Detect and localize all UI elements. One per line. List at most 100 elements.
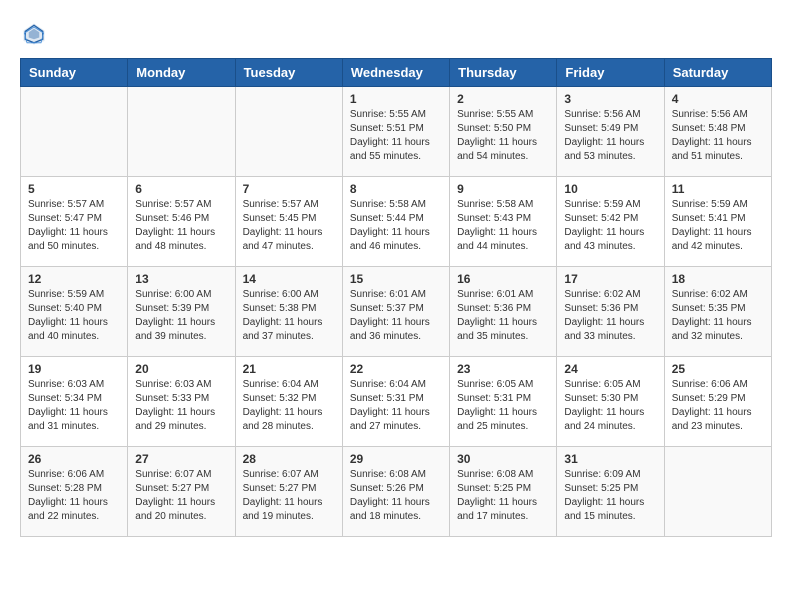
- day-info: Sunrise: 5:55 AMSunset: 5:50 PMDaylight:…: [457, 108, 549, 164]
- calendar-cell: 26 Sunrise: 6:06 AMSunset: 5:28 PMDayligh…: [21, 447, 128, 537]
- calendar-cell: 20Sunrise: 6:03 AMSunset: 5:33 PMDayligh…: [128, 357, 235, 447]
- day-info: Sunrise: 6:01 AMSunset: 5:37 PMDaylight:…: [350, 288, 442, 344]
- day-number: 14: [243, 272, 335, 286]
- day-number: 27: [135, 452, 227, 466]
- calendar-table: SundayMondayTuesdayWednesdayThursdayFrid…: [20, 58, 772, 537]
- day-number: 11: [672, 182, 764, 196]
- day-info: Sunrise: 6:03 AMSunset: 5:34 PMDaylight:…: [28, 378, 120, 434]
- day-number: 13: [135, 272, 227, 286]
- day-info: Sunrise: 5:57 AMSunset: 5:47 PMDaylight:…: [28, 198, 120, 254]
- calendar-cell: 25 Sunrise: 6:06 AMSunset: 5:29 PMDayligh…: [664, 357, 771, 447]
- day-number: 25: [672, 362, 764, 376]
- day-info: Sunrise: 5:56 AMSunset: 5:48 PMDaylight:…: [672, 108, 764, 164]
- weekday-header-saturday: Saturday: [664, 59, 771, 87]
- calendar-cell: 22 Sunrise: 6:04 AMSunset: 5:31 PMDayligh…: [342, 357, 449, 447]
- calendar-cell: 8 Sunrise: 5:58 AMSunset: 5:44 PMDaylight…: [342, 177, 449, 267]
- calendar-cell: 7 Sunrise: 5:57 AMSunset: 5:45 PMDaylight…: [235, 177, 342, 267]
- calendar-week-3: 12 Sunrise: 5:59 AMSunset: 5:40 PMDayligh…: [21, 267, 772, 357]
- day-number: 17: [564, 272, 656, 286]
- day-number: 5: [28, 182, 120, 196]
- day-info: Sunrise: 6:06 AMSunset: 5:28 PMDaylight:…: [28, 468, 120, 524]
- day-info: Sunrise: 5:55 AMSunset: 5:51 PMDaylight:…: [350, 108, 442, 164]
- weekday-header-wednesday: Wednesday: [342, 59, 449, 87]
- calendar-cell: 16Sunrise: 6:01 AMSunset: 5:36 PMDayligh…: [450, 267, 557, 357]
- day-info: Sunrise: 6:04 AMSunset: 5:32 PMDaylight:…: [243, 378, 335, 434]
- day-info: Sunrise: 6:06 AMSunset: 5:29 PMDaylight:…: [672, 378, 764, 434]
- weekday-header-row: SundayMondayTuesdayWednesdayThursdayFrid…: [21, 59, 772, 87]
- weekday-header-sunday: Sunday: [21, 59, 128, 87]
- day-info: Sunrise: 6:09 AMSunset: 5:25 PMDaylight:…: [564, 468, 656, 524]
- calendar-cell: 2 Sunrise: 5:55 AMSunset: 5:50 PMDaylight…: [450, 87, 557, 177]
- day-number: 23: [457, 362, 549, 376]
- day-number: 2: [457, 92, 549, 106]
- day-number: 7: [243, 182, 335, 196]
- day-number: 9: [457, 182, 549, 196]
- day-number: 6: [135, 182, 227, 196]
- calendar-week-5: 26 Sunrise: 6:06 AMSunset: 5:28 PMDayligh…: [21, 447, 772, 537]
- calendar-cell: 12 Sunrise: 5:59 AMSunset: 5:40 PMDayligh…: [21, 267, 128, 357]
- calendar-cell: 17 Sunrise: 6:02 AMSunset: 5:36 PMDayligh…: [557, 267, 664, 357]
- day-number: 19: [28, 362, 120, 376]
- calendar-cell: 19 Sunrise: 6:03 AMSunset: 5:34 PMDayligh…: [21, 357, 128, 447]
- calendar-cell: 30Sunrise: 6:08 AMSunset: 5:25 PMDayligh…: [450, 447, 557, 537]
- day-info: Sunrise: 6:04 AMSunset: 5:31 PMDaylight:…: [350, 378, 442, 434]
- day-info: Sunrise: 6:00 AMSunset: 5:39 PMDaylight:…: [135, 288, 227, 344]
- weekday-header-monday: Monday: [128, 59, 235, 87]
- day-info: Sunrise: 5:59 AMSunset: 5:42 PMDaylight:…: [564, 198, 656, 254]
- day-info: Sunrise: 6:08 AMSunset: 5:25 PMDaylight:…: [457, 468, 549, 524]
- calendar-cell: 10Sunrise: 5:59 AMSunset: 5:42 PMDayligh…: [557, 177, 664, 267]
- calendar-week-2: 5 Sunrise: 5:57 AMSunset: 5:47 PMDaylight…: [21, 177, 772, 267]
- day-info: Sunrise: 5:58 AMSunset: 5:43 PMDaylight:…: [457, 198, 549, 254]
- calendar-week-4: 19 Sunrise: 6:03 AMSunset: 5:34 PMDayligh…: [21, 357, 772, 447]
- day-info: Sunrise: 6:08 AMSunset: 5:26 PMDaylight:…: [350, 468, 442, 524]
- day-number: 31: [564, 452, 656, 466]
- day-number: 15: [350, 272, 442, 286]
- weekday-header-tuesday: Tuesday: [235, 59, 342, 87]
- day-number: 21: [243, 362, 335, 376]
- day-number: 3: [564, 92, 656, 106]
- weekday-header-friday: Friday: [557, 59, 664, 87]
- calendar-cell: [664, 447, 771, 537]
- day-number: 18: [672, 272, 764, 286]
- calendar-cell: [128, 87, 235, 177]
- calendar-cell: 24Sunrise: 6:05 AMSunset: 5:30 PMDayligh…: [557, 357, 664, 447]
- calendar-cell: 15 Sunrise: 6:01 AMSunset: 5:37 PMDayligh…: [342, 267, 449, 357]
- day-number: 16: [457, 272, 549, 286]
- day-info: Sunrise: 5:59 AMSunset: 5:41 PMDaylight:…: [672, 198, 764, 254]
- day-number: 22: [350, 362, 442, 376]
- day-number: 26: [28, 452, 120, 466]
- calendar-cell: 11 Sunrise: 5:59 AMSunset: 5:41 PMDayligh…: [664, 177, 771, 267]
- calendar-cell: [235, 87, 342, 177]
- day-info: Sunrise: 6:02 AMSunset: 5:35 PMDaylight:…: [672, 288, 764, 344]
- day-info: Sunrise: 6:07 AMSunset: 5:27 PMDaylight:…: [243, 468, 335, 524]
- day-info: Sunrise: 6:05 AMSunset: 5:30 PMDaylight:…: [564, 378, 656, 434]
- calendar-cell: 3 Sunrise: 5:56 AMSunset: 5:49 PMDaylight…: [557, 87, 664, 177]
- day-info: Sunrise: 6:07 AMSunset: 5:27 PMDaylight:…: [135, 468, 227, 524]
- day-info: Sunrise: 5:57 AMSunset: 5:46 PMDaylight:…: [135, 198, 227, 254]
- calendar-cell: 13 Sunrise: 6:00 AMSunset: 5:39 PMDayligh…: [128, 267, 235, 357]
- calendar-cell: 1 Sunrise: 5:55 AMSunset: 5:51 PMDaylight…: [342, 87, 449, 177]
- day-info: Sunrise: 6:03 AMSunset: 5:33 PMDaylight:…: [135, 378, 227, 434]
- calendar-cell: 4 Sunrise: 5:56 AMSunset: 5:48 PMDaylight…: [664, 87, 771, 177]
- calendar-cell: 9 Sunrise: 5:58 AMSunset: 5:43 PMDaylight…: [450, 177, 557, 267]
- day-info: Sunrise: 6:02 AMSunset: 5:36 PMDaylight:…: [564, 288, 656, 344]
- calendar-week-1: 1 Sunrise: 5:55 AMSunset: 5:51 PMDaylight…: [21, 87, 772, 177]
- day-info: Sunrise: 5:57 AMSunset: 5:45 PMDaylight:…: [243, 198, 335, 254]
- calendar-cell: 5 Sunrise: 5:57 AMSunset: 5:47 PMDaylight…: [21, 177, 128, 267]
- calendar-cell: 6 Sunrise: 5:57 AMSunset: 5:46 PMDaylight…: [128, 177, 235, 267]
- calendar-cell: [21, 87, 128, 177]
- day-number: 1: [350, 92, 442, 106]
- day-info: Sunrise: 5:59 AMSunset: 5:40 PMDaylight:…: [28, 288, 120, 344]
- weekday-header-thursday: Thursday: [450, 59, 557, 87]
- day-info: Sunrise: 5:56 AMSunset: 5:49 PMDaylight:…: [564, 108, 656, 164]
- day-info: Sunrise: 5:58 AMSunset: 5:44 PMDaylight:…: [350, 198, 442, 254]
- day-number: 12: [28, 272, 120, 286]
- calendar-cell: 31 Sunrise: 6:09 AMSunset: 5:25 PMDayligh…: [557, 447, 664, 537]
- day-info: Sunrise: 6:05 AMSunset: 5:31 PMDaylight:…: [457, 378, 549, 434]
- calendar-cell: 23 Sunrise: 6:05 AMSunset: 5:31 PMDayligh…: [450, 357, 557, 447]
- day-number: 8: [350, 182, 442, 196]
- day-number: 4: [672, 92, 764, 106]
- calendar-cell: 18 Sunrise: 6:02 AMSunset: 5:35 PMDayligh…: [664, 267, 771, 357]
- logo-icon: [20, 20, 48, 48]
- calendar-cell: 14Sunrise: 6:00 AMSunset: 5:38 PMDayligh…: [235, 267, 342, 357]
